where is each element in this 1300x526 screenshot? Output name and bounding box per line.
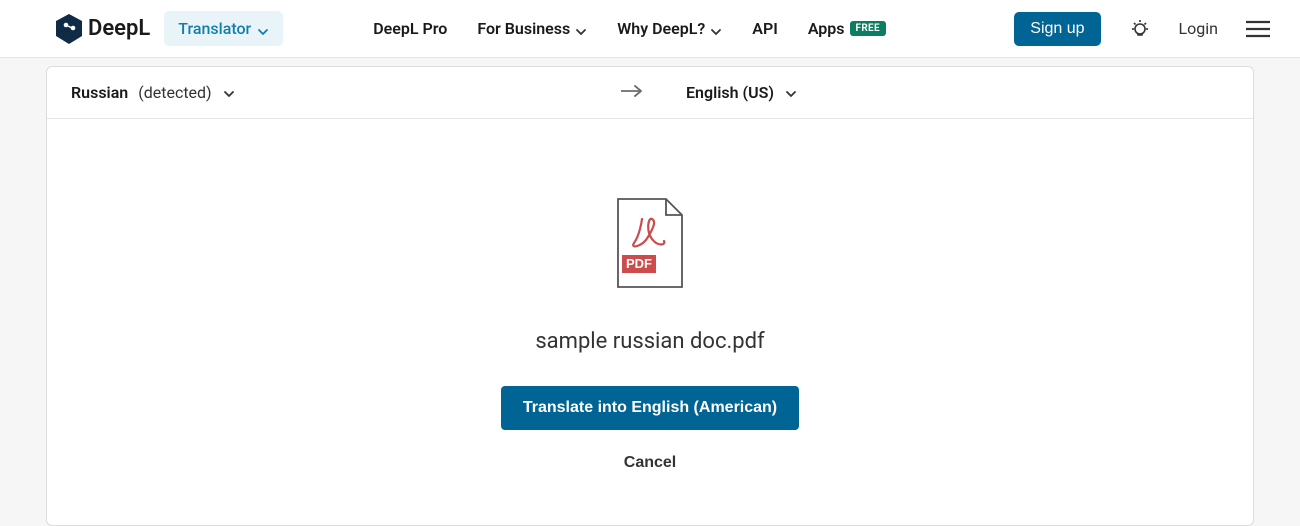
source-language-name: Russian	[71, 83, 128, 102]
nav-deepl-pro[interactable]: DeepL Pro	[373, 19, 447, 38]
nav-api[interactable]: API	[752, 19, 778, 38]
chevron-down-icon	[784, 86, 798, 100]
chevron-down-icon	[575, 23, 587, 35]
file-name: sample russian doc.pdf	[535, 329, 764, 354]
logo[interactable]: DeepL	[56, 14, 150, 44]
chevron-down-icon	[257, 23, 269, 35]
nav-for-business[interactable]: For Business	[477, 19, 587, 38]
chevron-down-icon	[710, 23, 722, 35]
document-area: PDF sample russian doc.pdf Translate int…	[47, 119, 1253, 472]
login-link[interactable]: Login	[1179, 19, 1218, 38]
logo-text: DeepL	[88, 16, 150, 41]
target-language-name: English (US)	[686, 83, 774, 102]
main-header: DeepL Translator DeepL Pro For Business …	[0, 0, 1300, 58]
target-language-selector[interactable]: English (US)	[686, 83, 798, 102]
language-bar: Russian (detected) English (US)	[47, 67, 1253, 119]
deepl-logo-icon	[56, 14, 82, 44]
lightbulb-icon[interactable]	[1129, 18, 1151, 40]
translator-dropdown[interactable]: Translator	[164, 11, 283, 46]
pdf-file-icon: PDF	[612, 197, 688, 293]
cancel-button[interactable]: Cancel	[624, 454, 676, 472]
signup-button[interactable]: Sign up	[1014, 12, 1100, 46]
translate-button[interactable]: Translate into English (American)	[501, 386, 799, 430]
svg-text:PDF: PDF	[626, 256, 652, 271]
chevron-down-icon	[222, 86, 236, 100]
nav-apps[interactable]: Apps FREE	[808, 19, 886, 38]
swap-languages-button[interactable]	[620, 82, 644, 104]
primary-nav: DeepL Pro For Business Why DeepL? API Ap…	[373, 19, 886, 38]
header-right: Sign up Login	[1014, 12, 1270, 46]
main-content: Russian (detected) English (US)	[0, 58, 1300, 526]
nav-why-deepl[interactable]: Why DeepL?	[617, 19, 722, 38]
translator-card: Russian (detected) English (US)	[46, 66, 1254, 526]
source-language-selector[interactable]: Russian (detected)	[71, 83, 236, 102]
free-badge: FREE	[850, 21, 886, 36]
source-language-detected: (detected)	[138, 83, 211, 102]
hamburger-menu-icon[interactable]	[1246, 20, 1270, 38]
translator-label: Translator	[178, 19, 251, 38]
